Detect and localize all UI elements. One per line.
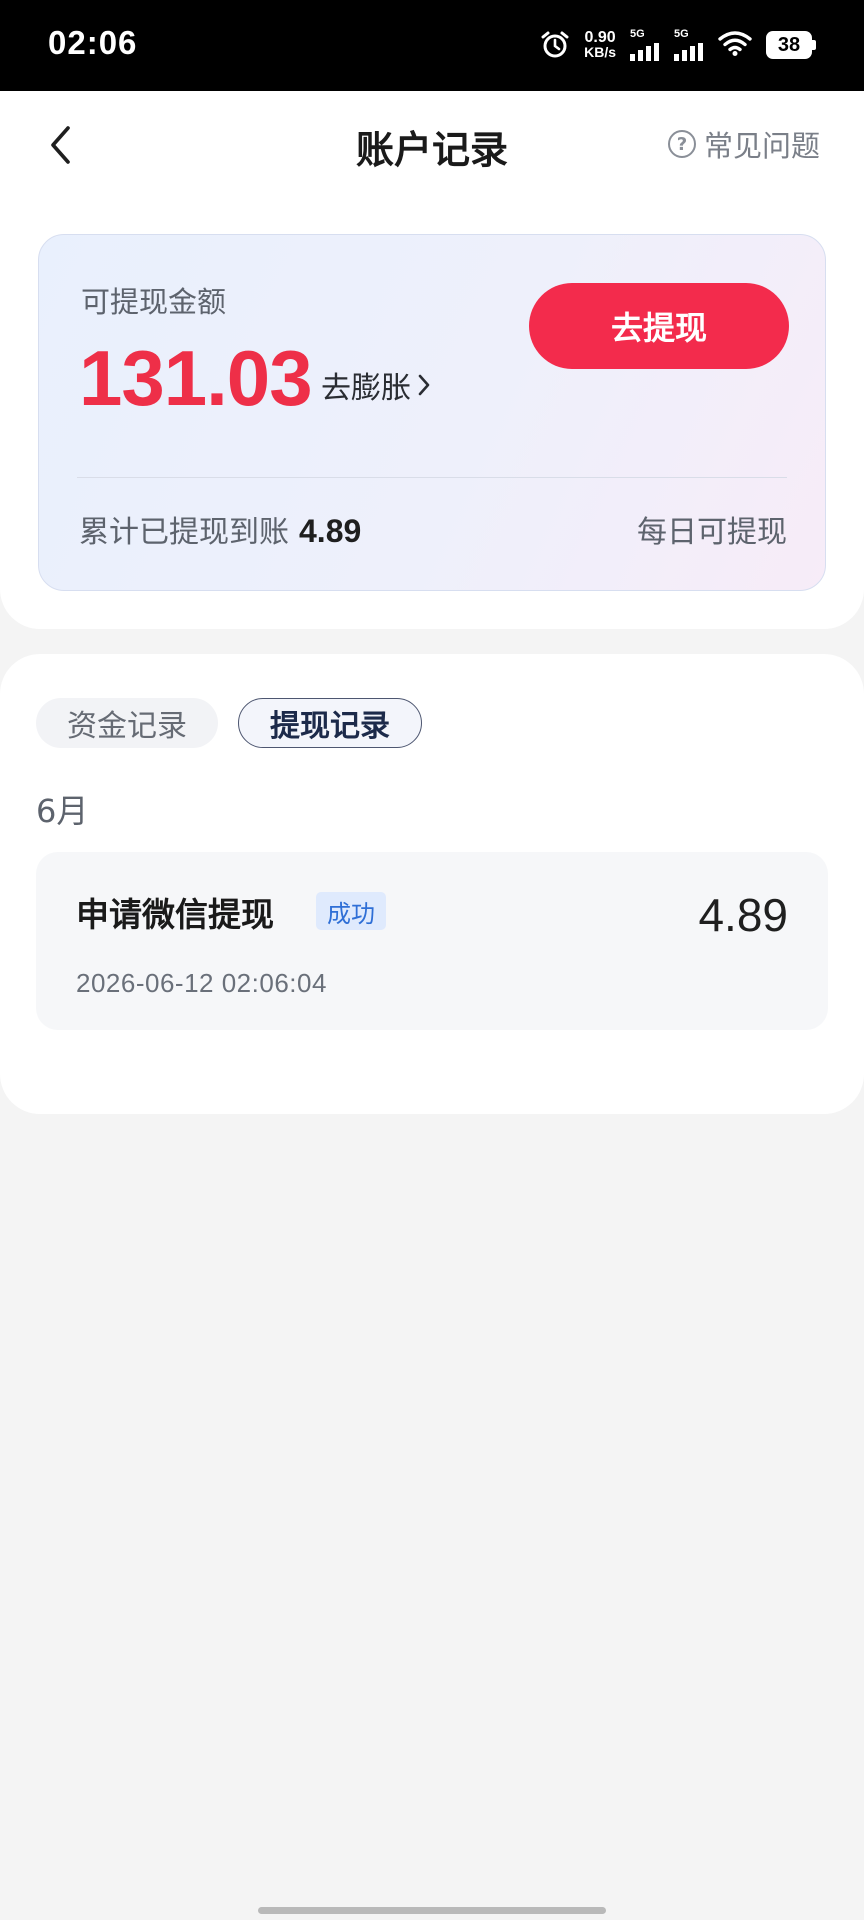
status-icons: 0.90 KB/s 5G 5G 38 [540, 24, 816, 66]
network-speed-value: 0.90 [584, 29, 616, 46]
home-indicator[interactable] [258, 1907, 606, 1914]
cumulative-withdrawn: 累计已提现到账 4.89 [79, 507, 361, 551]
status-time: 02:06 [48, 24, 138, 61]
signal-bars-icon [674, 43, 703, 61]
tab-withdraw-records[interactable]: 提现记录 [238, 698, 422, 748]
withdrawable-label: 可提现金额 [81, 285, 227, 319]
alarm-clock-icon [540, 30, 570, 60]
expand-link[interactable]: 去膨胀 [321, 363, 431, 407]
records-section: 资金记录 提现记录 6月 申请微信提现 成功 4.89 2026-06-12 0… [0, 654, 864, 1114]
cumulative-label: 累计已提现到账 [79, 515, 289, 550]
month-header: 6月 [36, 792, 89, 830]
account-summary-section: 账户记录 ? 常见问题 可提现金额 131.03 去膨胀 去提现 累计已提现到账… [0, 91, 864, 629]
record-amount: 4.89 [698, 889, 788, 941]
record-title: 申请微信提现 [76, 895, 274, 934]
network-speed-unit: KB/s [584, 44, 616, 60]
status-badge: 成功 [316, 892, 386, 930]
faq-label: 常见问题 [703, 129, 820, 163]
daily-withdraw-note: 每日可提现 [637, 515, 787, 550]
expand-label: 去膨胀 [321, 371, 411, 406]
signal-bars-icon [630, 43, 659, 61]
card-divider [77, 477, 787, 478]
cellular-signal-2: 5G [674, 29, 704, 61]
status-bar: 02:06 0.90 KB/s 5G 5G 38 [0, 0, 864, 91]
chevron-right-icon [418, 374, 430, 396]
faq-link[interactable]: ? 常见问题 [667, 121, 820, 167]
cumulative-value: 4.89 [299, 513, 362, 549]
withdraw-button[interactable]: 去提现 [529, 283, 789, 369]
battery-level: 38 [766, 31, 812, 59]
tab-fund-records[interactable]: 资金记录 [36, 698, 218, 748]
signal-2-label: 5G [674, 28, 689, 40]
list-item[interactable]: 申请微信提现 成功 4.89 2026-06-12 02:06:04 [36, 852, 828, 1030]
withdrawable-amount: 131.03 [79, 334, 313, 422]
cellular-signal-1: 5G [630, 29, 660, 61]
question-circle-icon: ? [667, 130, 696, 158]
balance-card: 可提现金额 131.03 去膨胀 去提现 累计已提现到账 4.89 每日可提现 [38, 234, 826, 591]
battery-icon: 38 [766, 31, 816, 59]
wifi-icon [718, 30, 752, 60]
network-speed: 0.90 KB/s [584, 30, 616, 60]
signal-1-label: 5G [630, 28, 645, 40]
record-timestamp: 2026-06-12 02:06:04 [76, 968, 327, 998]
